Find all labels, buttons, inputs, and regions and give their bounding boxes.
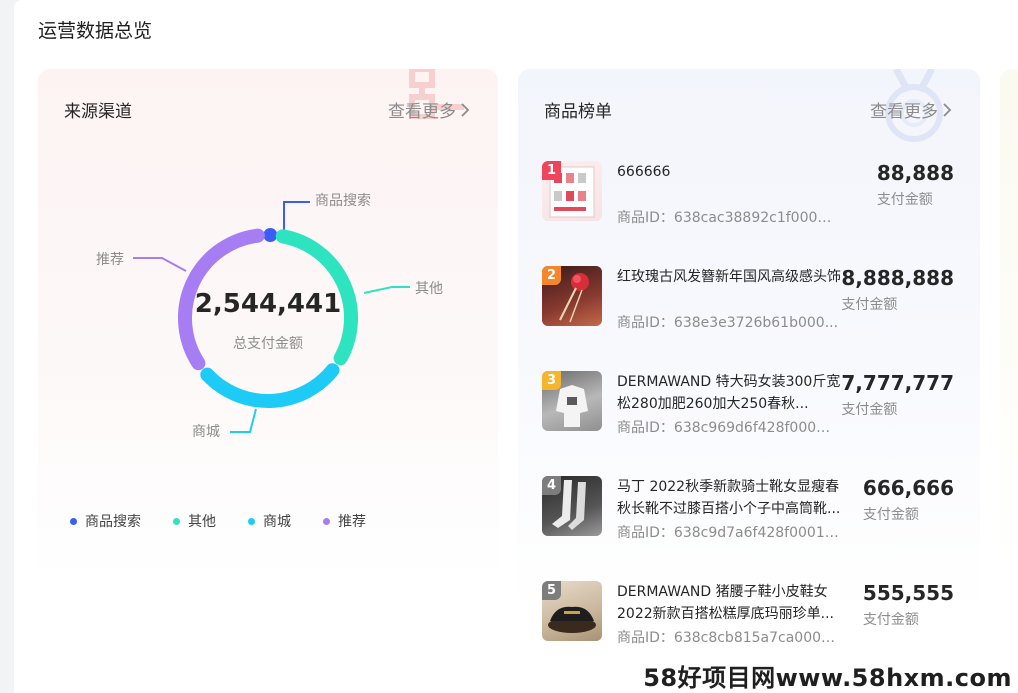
product-name: DERMAWAND 猪腰子鞋小皮鞋女2022新款百搭松糕厚底玛丽珍单...: [617, 584, 834, 622]
rank-item-2[interactable]: 2 红玫瑰古风发簪新年国风高级感头饰 商品ID：638e3e3726b61b00…: [542, 266, 962, 371]
product-info: DERMAWAND 特大码女装300斤宽松280加肥260加大250春秋... …: [617, 371, 847, 476]
amount-label: 支付金额: [841, 297, 898, 313]
product-id: 商品ID：638c969d6f428f00017...: [617, 420, 839, 436]
channel-legend: 商品搜索 其他 商城 推荐: [70, 511, 366, 531]
product-amount: 8,888,888 支付金额: [841, 266, 954, 314]
amount-value: 555,555: [862, 581, 954, 605]
amount-value: 7,777,777: [841, 371, 954, 395]
product-name: 红玫瑰古风发簪新年国风高级感头饰: [617, 269, 841, 285]
product-id: 商品ID：638e3e3726b61b000...: [617, 315, 839, 331]
rank-item-4[interactable]: 4 马丁 2022秋季新款骑士靴女显瘦春秋长靴不过膝百搭小个子中高筒靴... 商…: [542, 476, 962, 581]
arc-other-leader-line: [363, 286, 410, 294]
product-ranking-card: 商品榜单 查看更多 1 666666 商品ID：638cac38892c1f00…: [518, 69, 980, 693]
product-amount: 88,888 支付金额: [877, 161, 954, 209]
arc-search-leader-line: [283, 201, 310, 232]
product-id: 商品ID：638c8cb815a7ca0001...: [617, 630, 839, 646]
amount-label: 支付金额: [841, 402, 898, 418]
rank-badge: 2: [542, 266, 561, 285]
amount-label: 支付金额: [862, 507, 919, 523]
arc-mall: [200, 363, 340, 408]
rank-badge: 3: [542, 371, 561, 390]
arc-mall-leader-line: [230, 408, 257, 433]
rank-badge: 5: [542, 581, 561, 600]
callout-search: 商品搜索: [315, 193, 371, 209]
amount-label: 支付金额: [862, 612, 919, 628]
rank-item-3[interactable]: 3 DERMAWAND 特大码女装300斤宽松280加肥260加大250春秋..…: [542, 371, 962, 476]
arc-search: [263, 228, 278, 243]
view-more-label: 查看更多: [870, 102, 938, 122]
legend-label: 其他: [188, 514, 216, 530]
legend-label: 商品搜索: [85, 514, 141, 530]
amount-label: 支付金额: [876, 192, 933, 208]
product-id: 商品ID：638c9d7a6f428f00017...: [617, 525, 839, 541]
total-payment-label: 总支付金额: [233, 336, 303, 352]
product-info: 666666 商品ID：638cac38892c1f0001...: [617, 161, 847, 266]
legend-dot: [248, 517, 255, 525]
legend-dot: [70, 517, 77, 525]
legend-label: 商城: [263, 514, 291, 530]
product-amount: 7,777,777 支付金额: [841, 371, 954, 419]
product-thumbnail: 3: [542, 371, 602, 431]
product-thumbnail: 2: [542, 266, 602, 326]
product-name: 马丁 2022秋季新款骑士靴女显瘦春秋长靴不过膝百搭小个子中高筒靴...: [617, 479, 841, 517]
rank-list: 1 666666 商品ID：638cac38892c1f0001... 88,8…: [542, 161, 962, 686]
callout-mall: 商城: [192, 424, 220, 440]
callout-other: 其他: [415, 281, 443, 297]
rank-badge: 4: [542, 476, 561, 495]
legend-dot: [323, 517, 330, 525]
product-name: DERMAWAND 特大码女装300斤宽松280加肥260加大250春秋...: [617, 374, 841, 412]
product-name: 666666: [617, 164, 671, 180]
product-amount: 555,555 支付金额: [863, 581, 954, 629]
chevron-right-icon: [943, 102, 952, 117]
amount-value: 666,666: [862, 476, 954, 500]
rank-view-more-link[interactable]: 查看更多: [870, 97, 952, 122]
legend-item-mall[interactable]: 商城: [248, 511, 291, 531]
callout-recommend: 推荐: [96, 252, 124, 268]
page-title: 运营数据总览: [38, 20, 153, 42]
arc-recommend-leader-line: [133, 257, 187, 272]
rank-card-title: 商品榜单: [544, 102, 612, 122]
legend-item-other[interactable]: 其他: [173, 511, 216, 531]
amount-value: 8,888,888: [841, 266, 954, 290]
next-card-edge: [1000, 69, 1018, 693]
product-id: 商品ID：638cac38892c1f0001...: [617, 210, 839, 226]
product-amount: 666,666 支付金额: [863, 476, 954, 524]
legend-dot: [173, 517, 180, 525]
rank-item-1[interactable]: 1 666666 商品ID：638cac38892c1f0001... 88,8…: [542, 161, 962, 266]
total-payment-value: 2,544,441: [194, 289, 342, 319]
donut-chart: 2,544,441 总支付金额 商品搜索 其他 商城 推荐: [38, 69, 498, 489]
legend-label: 推荐: [338, 514, 366, 530]
legend-item-recommend[interactable]: 推荐: [323, 511, 366, 531]
product-thumbnail: 5: [542, 581, 602, 641]
source-channel-card: 来源渠道 查看更多 2,544,441 总支付金额 商品搜索 其他 商城 推荐 …: [38, 69, 498, 693]
page: 运营数据总览 来源渠道 查看更多 2,544,441 总支付金额 商品搜索 其他…: [14, 0, 1018, 693]
product-thumbnail: 1: [542, 161, 602, 221]
product-thumbnail: 4: [542, 476, 602, 536]
rank-badge: 1: [542, 161, 561, 180]
amount-value: 88,888: [876, 161, 954, 185]
legend-item-search[interactable]: 商品搜索: [70, 511, 141, 531]
site-watermark: 58好项目网www.58hxm.com: [643, 664, 1012, 692]
product-info: 红玫瑰古风发簪新年国风高级感头饰 商品ID：638e3e3726b61b000.…: [617, 266, 847, 371]
product-info: 马丁 2022秋季新款骑士靴女显瘦春秋长靴不过膝百搭小个子中高筒靴... 商品I…: [617, 476, 847, 581]
